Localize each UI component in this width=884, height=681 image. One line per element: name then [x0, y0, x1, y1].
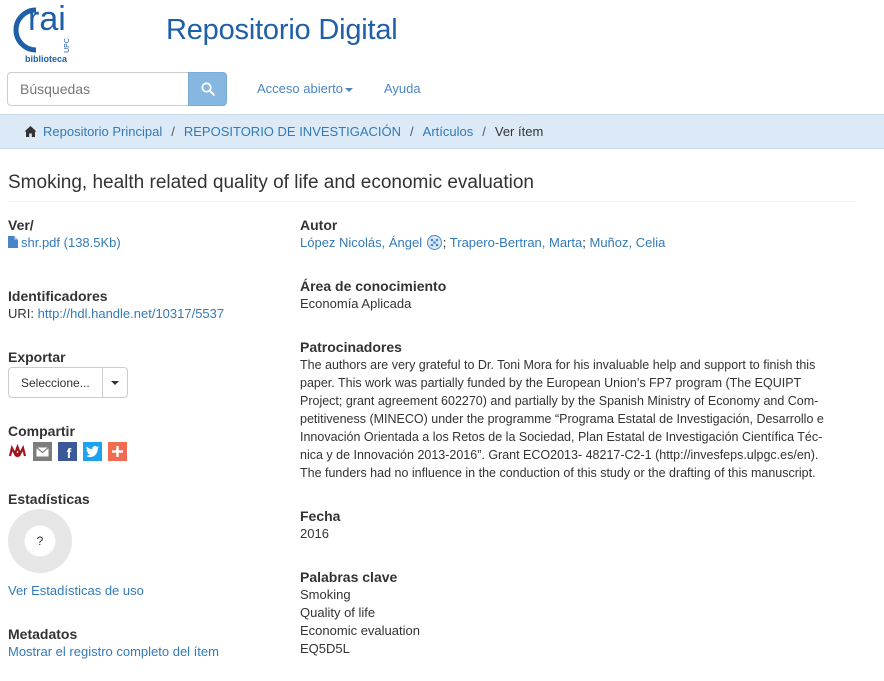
date-value: 2016: [300, 526, 329, 541]
sponsors-line: Project; grant agreement 602270) and par…: [300, 394, 819, 408]
file-icon: [8, 236, 18, 248]
logo-upc: UPC: [63, 38, 71, 53]
author-list: López Nicolás, Ángel ; Trapero-Bertran, …: [300, 234, 850, 252]
email-share-icon[interactable]: [33, 442, 52, 461]
export-dropdown-toggle[interactable]: [102, 368, 127, 397]
file-download-link[interactable]: shr.pdf (138.5Kb): [21, 235, 121, 250]
home-icon: [24, 126, 37, 137]
breadcrumb-separator: /: [171, 124, 175, 139]
keywords-list: Smoking Quality of life Economic evaluat…: [300, 586, 850, 658]
sponsors-heading: Patrocinadores: [300, 339, 402, 355]
view-heading: Ver/: [8, 217, 34, 233]
stats-link[interactable]: Ver Estadísticas de uso: [8, 583, 144, 598]
export-heading: Exportar: [8, 349, 66, 365]
orcid-icon[interactable]: [426, 235, 442, 250]
author-link[interactable]: Muñoz, Celia: [589, 235, 665, 250]
metadata-full-record-link[interactable]: Mostrar el registro completo del ítem: [8, 644, 219, 659]
export-select-value: Seleccione...: [21, 375, 90, 390]
uri-row: URI: http://hdl.handle.net/10317/5537: [8, 305, 224, 323]
keywords-heading: Palabras clave: [300, 569, 398, 585]
keyword-item: EQ5D5L: [300, 641, 350, 656]
export-select[interactable]: Seleccione...: [8, 367, 128, 398]
sponsors-text: The authors are very grateful to Dr. Ton…: [300, 356, 850, 482]
sponsors-line: Innovación Orientada a los Retos de la S…: [300, 430, 823, 444]
sponsors-line: petitiveness (MINECO) under the programm…: [300, 412, 824, 426]
breadcrumb: Repositorio Principal / REPOSITORIO DE I…: [0, 114, 884, 149]
uri-link[interactable]: http://hdl.handle.net/10317/5537: [38, 306, 225, 321]
nav-help[interactable]: Ayuda: [384, 81, 421, 96]
identifiers-heading: Identificadores: [8, 288, 108, 304]
metadata-heading: Metadatos: [8, 626, 78, 642]
breadcrumb-separator: /: [410, 124, 414, 139]
addthis-share-icon[interactable]: [108, 442, 127, 461]
author-separator: ;: [442, 235, 447, 250]
file-row: shr.pdf (138.5Kb): [8, 234, 121, 252]
mendeley-share-icon[interactable]: [8, 442, 27, 461]
date-heading: Fecha: [300, 508, 341, 524]
crai-logo[interactable]: rai UPC biblioteca: [10, 0, 80, 64]
site-title[interactable]: Repositorio Digital: [166, 14, 398, 47]
share-heading: Compartir: [8, 423, 75, 439]
stats-widget: ?: [8, 509, 72, 573]
caret-down-icon: [345, 87, 353, 92]
author-link[interactable]: López Nicolás, Ángel: [300, 235, 422, 250]
title-divider: [8, 201, 856, 202]
sponsors-line: The authors are very grateful to Dr. Ton…: [300, 358, 816, 372]
nav-open-access-label: Acceso abierto: [257, 81, 343, 96]
nav-open-access[interactable]: Acceso abierto: [257, 81, 353, 96]
author-heading: Autor: [300, 217, 338, 233]
breadcrumb-subcollection[interactable]: Artículos: [423, 124, 474, 139]
keyword-item: Quality of life: [300, 605, 376, 620]
search-button[interactable]: [188, 72, 227, 106]
breadcrumb-current: Ver ítem: [494, 124, 544, 139]
stats-value: ?: [36, 534, 44, 548]
caret-down-icon: [111, 380, 120, 385]
sponsors-line: paper. This work was partially funded by…: [300, 376, 802, 390]
facebook-share-icon[interactable]: f: [58, 442, 77, 461]
sponsors-line: nica y de Innovación 2013-2016”. Grant E…: [300, 448, 819, 462]
search-input[interactable]: [7, 72, 188, 106]
area-heading: Área de conocimiento: [300, 278, 447, 294]
breadcrumb-collection[interactable]: REPOSITORIO DE INVESTIGACIÓN: [184, 124, 401, 139]
author-separator: ;: [582, 235, 586, 250]
uri-label: URI:: [8, 306, 34, 321]
sponsors-line: The funders had no influence in the cond…: [300, 466, 816, 480]
breadcrumb-home[interactable]: Repositorio Principal: [43, 124, 162, 139]
stats-heading: Estadísticas: [8, 491, 90, 507]
logo-text: rai: [28, 0, 66, 38]
twitter-share-icon[interactable]: [83, 442, 102, 461]
page-title: Smoking, health related quality of life …: [8, 172, 534, 193]
breadcrumb-separator: /: [482, 124, 486, 139]
search-icon: [200, 82, 215, 96]
author-link[interactable]: Trapero-Bertran, Marta: [450, 235, 582, 250]
logo-subtitle: biblioteca: [25, 54, 68, 64]
keyword-item: Smoking: [300, 587, 351, 602]
keyword-item: Economic evaluation: [300, 623, 420, 638]
area-value: Economía Aplicada: [300, 296, 412, 311]
